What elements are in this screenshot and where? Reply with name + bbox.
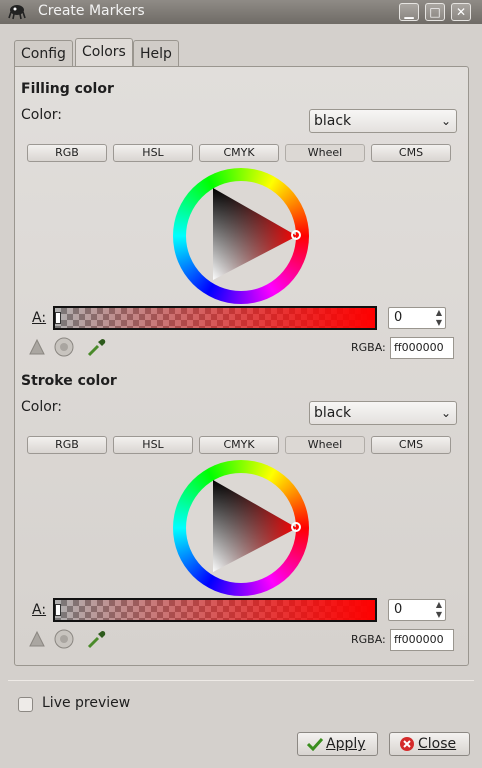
close-icon: ✕: [455, 5, 467, 19]
stroke-color-label: Color:: [21, 399, 63, 415]
filling-mode-wheel[interactable]: Wheel: [285, 144, 365, 162]
live-preview-label[interactable]: Live preview: [42, 695, 130, 711]
close-circle-icon: [400, 737, 414, 751]
filling-alpha-spin[interactable]: 0 ▲ ▼: [388, 307, 446, 329]
stroke-mode-cms[interactable]: CMS: [371, 436, 451, 454]
maximize-button[interactable]: □: [425, 3, 445, 21]
filling-color-title: Filling color: [21, 81, 114, 97]
tab-config[interactable]: Config: [14, 40, 73, 67]
window-title: Create Markers: [38, 3, 145, 19]
close-window-button[interactable]: ✕: [451, 3, 471, 21]
stroke-rgba-input[interactable]: ff000000: [390, 629, 454, 651]
apply-label: Apply: [326, 736, 366, 752]
filling-mode-hsl[interactable]: HSL: [113, 144, 193, 162]
stroke-mode-cmyk[interactable]: CMYK: [199, 436, 279, 454]
alpha-slider-handle[interactable]: [55, 604, 61, 616]
filling-alpha-value: 0: [394, 310, 403, 325]
stroke-alpha-spin[interactable]: 0 ▲ ▼: [388, 599, 446, 621]
live-preview-checkbox[interactable]: [18, 697, 33, 712]
stroke-mode-wheel[interactable]: Wheel: [285, 436, 365, 454]
filling-alpha-slider[interactable]: [53, 306, 377, 330]
stroke-mode-hsl[interactable]: HSL: [113, 436, 193, 454]
filling-color-combo[interactable]: black ⌄: [309, 109, 457, 133]
stroke-mode-rgb[interactable]: RGB: [27, 436, 107, 454]
stroke-alpha-value: 0: [394, 602, 403, 617]
filling-mode-cmyk[interactable]: CMYK: [199, 144, 279, 162]
close-button[interactable]: Close: [389, 732, 470, 756]
checkmark-icon: [307, 737, 323, 751]
stroke-color-value: black: [314, 405, 352, 421]
chevron-down-icon: ⌄: [440, 406, 451, 420]
filling-color-wheel[interactable]: [173, 168, 309, 304]
app-icon: [8, 5, 26, 20]
filling-rgba-input[interactable]: ff000000: [390, 337, 454, 359]
out-of-gamut-icon: [54, 629, 74, 649]
close-label: Close: [418, 736, 457, 752]
eyedropper-icon[interactable]: [86, 628, 108, 650]
filling-color-label: Color:: [21, 107, 63, 123]
hue-marker[interactable]: [291, 522, 301, 532]
alpha-slider-handle[interactable]: [55, 312, 61, 324]
eyedropper-icon[interactable]: [86, 336, 108, 358]
filling-mode-cms[interactable]: CMS: [371, 144, 451, 162]
tab-help[interactable]: Help: [133, 40, 179, 67]
color-managed-icon: [29, 630, 45, 647]
hue-marker[interactable]: [291, 230, 301, 240]
saturation-triangle[interactable]: [173, 168, 309, 304]
filling-alpha-label: A:: [32, 310, 47, 326]
stroke-color-wheel[interactable]: [173, 460, 309, 596]
separator: [8, 680, 474, 681]
spin-arrows-icon[interactable]: ▲ ▼: [436, 600, 442, 620]
saturation-triangle[interactable]: [173, 460, 309, 596]
minimize-icon: ▁: [404, 5, 414, 19]
filling-rgba-label: RGBA:: [351, 341, 386, 354]
tab-colors[interactable]: Colors: [75, 38, 133, 67]
chevron-down-icon: ⌄: [440, 114, 451, 128]
out-of-gamut-icon: [54, 337, 74, 357]
filling-mode-rgb[interactable]: RGB: [27, 144, 107, 162]
title-bar: Create Markers ▁ □ ✕: [0, 0, 482, 24]
apply-button[interactable]: Apply: [297, 732, 378, 756]
stroke-color-combo[interactable]: black ⌄: [309, 401, 457, 425]
stroke-rgba-label: RGBA:: [351, 633, 386, 646]
color-managed-icon: [29, 338, 45, 355]
spin-arrows-icon[interactable]: ▲ ▼: [436, 308, 442, 328]
stroke-alpha-label: A:: [32, 602, 47, 618]
maximize-icon: □: [429, 5, 441, 19]
stroke-alpha-slider[interactable]: [53, 598, 377, 622]
minimize-button[interactable]: ▁: [399, 3, 419, 21]
filling-color-value: black: [314, 113, 352, 129]
stroke-color-title: Stroke color: [21, 373, 117, 389]
